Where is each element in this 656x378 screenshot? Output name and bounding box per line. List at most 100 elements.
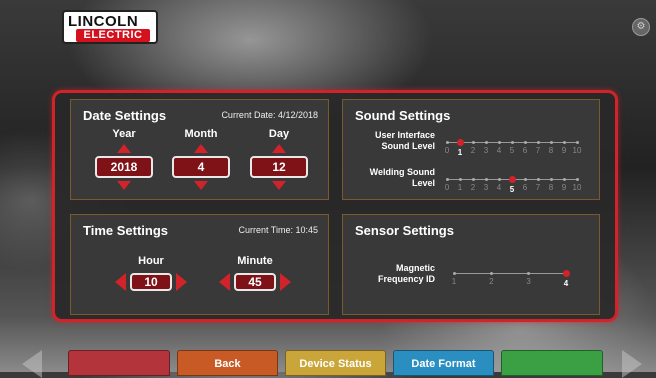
welding-sound-tick-label: 0 [444, 183, 450, 192]
welding-sound-tick-dot [523, 178, 527, 181]
magnetic-tick-3[interactable]: 3 [522, 267, 536, 286]
ui-sound-tick-label: 2 [470, 146, 476, 155]
ui-sound-tick-label: 3 [483, 146, 489, 155]
hour-value[interactable]: 10 [130, 273, 172, 291]
welding-sound-tick-0[interactable]: 0 [440, 173, 454, 192]
ui-sound-tick-label: 5 [509, 146, 515, 155]
ui-sound-tick-dot [549, 141, 553, 144]
month-decrement-button[interactable] [194, 181, 208, 190]
bottom-button-5[interactable] [501, 350, 603, 376]
ui-sound-tick-4[interactable]: 4 [492, 136, 506, 155]
ui-sound-tick-dot [562, 141, 566, 144]
welding-sound-tick-5[interactable]: 5 [505, 173, 519, 194]
ui-sound-tick-5[interactable]: 5 [505, 136, 519, 155]
welding-sound-tick-4[interactable]: 4 [492, 173, 506, 192]
day-label: Day [268, 128, 290, 140]
ui-sound-tick-label: 10 [572, 146, 582, 155]
welding-sound-level-slider[interactable]: 0 1 2 3 4 5 6 7 8 9 10 [445, 173, 581, 194]
welding-sound-tick-dot [458, 178, 462, 181]
welding-sound-tick-2[interactable]: 2 [466, 173, 480, 192]
ui-sound-label-line2: Sound Level [381, 141, 435, 151]
previous-page-arrow-icon[interactable] [22, 350, 42, 378]
date-format-button[interactable]: Date Format [393, 350, 494, 376]
ui-sound-level-label: User Interface Sound Level [345, 130, 435, 152]
welding-sound-tick-label: 3 [483, 183, 489, 192]
magnetic-tick-label: 3 [526, 277, 531, 286]
magnetic-tick-label: 1 [451, 277, 457, 286]
ui-sound-tick-6[interactable]: 6 [518, 136, 532, 155]
welding-sound-label-line2: Level [411, 178, 435, 188]
ui-sound-tick-dot [471, 141, 475, 144]
year-decrement-button[interactable] [117, 181, 131, 190]
hour-control: Hour 10 [101, 255, 201, 291]
year-value[interactable]: 2018 [95, 156, 153, 178]
magnetic-tick-1[interactable]: 1 [447, 267, 461, 286]
ui-sound-label-line1: User Interface [374, 130, 435, 140]
ui-sound-tick-dot [536, 141, 540, 144]
magnetic-selected-marker [562, 270, 570, 277]
ui-sound-tick-0[interactable]: 0 [440, 136, 454, 155]
welding-sound-tick-9[interactable]: 9 [557, 173, 571, 192]
date-settings-title: Date Settings [83, 108, 167, 123]
welding-sound-level-label: Welding Sound Level [345, 167, 435, 189]
welding-sound-tick-8[interactable]: 8 [544, 173, 558, 192]
next-page-arrow-icon[interactable] [622, 350, 642, 378]
logo-line2: ELECTRIC [76, 29, 150, 42]
ui-sound-tick-1[interactable]: 1 [453, 136, 467, 157]
welding-sound-tick-7[interactable]: 7 [531, 173, 545, 192]
hour-increment-button[interactable] [176, 273, 187, 291]
lincoln-electric-logo: LINCOLN ELECTRIC [62, 10, 158, 44]
ui-sound-tick-2[interactable]: 2 [466, 136, 480, 155]
minute-increment-button[interactable] [280, 273, 291, 291]
welding-sound-selected-marker [508, 176, 516, 183]
ui-sound-tick-label: 7 [535, 146, 541, 155]
ui-sound-tick-label: 4 [496, 146, 502, 155]
ui-sound-tick-8[interactable]: 8 [544, 136, 558, 155]
time-settings-panel: Time Settings Current Time: 10:45 Hour 1… [70, 214, 329, 315]
year-label: Year [112, 128, 136, 140]
time-settings-title: Time Settings [83, 223, 169, 238]
ui-sound-tick-7[interactable]: 7 [531, 136, 545, 155]
sensor-settings-title: Sensor Settings [355, 223, 454, 238]
welding-sound-tick-6[interactable]: 6 [518, 173, 532, 192]
welding-sound-tick-label: 7 [535, 183, 541, 192]
ui-sound-tick-dot [445, 141, 449, 144]
bottom-button-1[interactable] [68, 350, 170, 376]
settings-gear-icon[interactable]: ⚙ [632, 18, 650, 36]
ui-sound-level-slider[interactable]: 0 1 2 3 4 5 6 7 8 9 10 [445, 136, 581, 157]
day-value[interactable]: 12 [250, 156, 308, 178]
welding-sound-tick-dot [575, 178, 579, 181]
magnetic-tick-dot [527, 272, 531, 275]
magnetic-frequency-slider[interactable]: 1 2 3 4 [452, 267, 570, 288]
welding-sound-label-line1: Welding Sound [369, 167, 435, 177]
hour-decrement-button[interactable] [115, 273, 126, 291]
back-button[interactable]: Back [177, 350, 278, 376]
welding-sound-tick-3[interactable]: 3 [479, 173, 493, 192]
minute-decrement-button[interactable] [219, 273, 230, 291]
welding-sound-tick-dot [497, 178, 501, 181]
magnetic-slider-track [454, 273, 566, 274]
magnetic-tick-label: 2 [489, 277, 494, 286]
ui-sound-tick-9[interactable]: 9 [557, 136, 571, 155]
month-increment-button[interactable] [194, 144, 208, 153]
day-increment-button[interactable] [272, 144, 286, 153]
current-date: Current Date: 4/12/2018 [221, 110, 318, 120]
month-value[interactable]: 4 [172, 156, 230, 178]
magnetic-tick-4[interactable]: 4 [559, 267, 573, 288]
minute-value[interactable]: 45 [234, 273, 276, 291]
year-increment-button[interactable] [117, 144, 131, 153]
ui-sound-tick-10[interactable]: 10 [570, 136, 584, 155]
welding-sound-tick-10[interactable]: 10 [570, 173, 584, 192]
day-decrement-button[interactable] [272, 181, 286, 190]
device-status-button[interactable]: Device Status [285, 350, 386, 376]
magnetic-tick-label: 4 [563, 279, 569, 288]
welding-sound-tick-label: 10 [572, 183, 582, 192]
welding-sound-tick-label: 5 [509, 185, 515, 194]
ui-sound-tick-3[interactable]: 3 [479, 136, 493, 155]
magnetic-label-line1: Magnetic [395, 263, 435, 273]
welding-sound-tick-1[interactable]: 1 [453, 173, 467, 192]
ui-sound-tick-dot [575, 141, 579, 144]
welding-sound-tick-dot [549, 178, 553, 181]
magnetic-tick-2[interactable]: 2 [484, 267, 498, 286]
welding-sound-tick-label: 8 [548, 183, 554, 192]
